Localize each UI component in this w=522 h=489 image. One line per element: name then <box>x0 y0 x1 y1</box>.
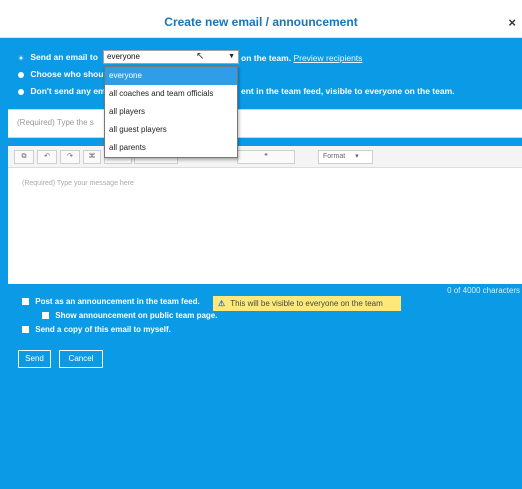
link-icon[interactable]: ⌘ <box>83 150 101 164</box>
message-editor[interactable]: (Required) Type your message here <box>8 168 522 284</box>
cancel-button[interactable]: Cancel <box>59 350 103 368</box>
team-feed-suffix: ent in the team feed, visible to everyon… <box>241 86 455 96</box>
warning-icon: ⚠ <box>218 299 226 308</box>
public-page-label: Show announcement on public team page. <box>55 311 218 320</box>
send-email-label: Send an email to <box>30 52 98 62</box>
post-announcement-label: Post as an announcement in the team feed… <box>35 297 200 306</box>
subject-placeholder: (Required) Type the s <box>17 118 94 127</box>
send-suffix-text: on the team. <box>241 53 292 63</box>
send-email-option[interactable]: Send an email to <box>18 52 98 62</box>
public-page-option[interactable]: Show announcement on public team page. <box>42 311 217 320</box>
copy-to-me-option[interactable]: Send a copy of this email to myself. <box>22 325 171 334</box>
pointer-cursor-icon: ↖ <box>196 51 205 62</box>
email-announcement-dialog: Create new email / announcement × Send a… <box>0 0 522 489</box>
chevron-down-icon: ▼ <box>228 53 235 60</box>
checkbox-icon[interactable] <box>22 298 29 306</box>
dialog-title: Create new email / announcement <box>164 15 358 29</box>
dont-send-option[interactable]: Don't send any email <box>18 86 115 96</box>
copy-to-me-label: Send a copy of this email to myself. <box>35 325 171 334</box>
redo-icon[interactable]: ↷ <box>60 150 80 164</box>
dropdown-option-coaches[interactable]: all coaches and team officials <box>105 85 237 103</box>
checkbox-icon[interactable] <box>22 326 29 334</box>
dont-send-label: Don't send any email <box>30 86 116 96</box>
dialog-header: Create new email / announcement × <box>0 0 522 38</box>
dropdown-option-guest-players[interactable]: all guest players <box>105 121 237 139</box>
choose-recipients-option[interactable]: Choose who should <box>18 69 111 79</box>
format-chevron-icon: ▾ <box>355 153 359 160</box>
quote-icon[interactable]: ❝ <box>237 150 295 164</box>
send-button[interactable]: Send <box>18 350 51 368</box>
dropdown-option-players[interactable]: all players <box>105 103 237 121</box>
recipient-select[interactable]: everyone ▼ <box>103 50 239 64</box>
recipient-dropdown[interactable]: everyone all coaches and team officials … <box>104 66 238 158</box>
dropdown-option-parents[interactable]: all parents <box>105 139 237 157</box>
post-announcement-option[interactable]: Post as an announcement in the team feed… <box>22 297 200 306</box>
format-label: Format <box>323 153 346 160</box>
format-dropdown[interactable]: Format ▾ <box>318 150 373 164</box>
choose-label: Choose who should <box>30 69 112 79</box>
visibility-notice: ⚠ This will be visible to everyone on th… <box>213 296 401 311</box>
subject-field[interactable]: (Required) Type the s <box>8 109 522 138</box>
clipboard-icon[interactable]: ⧉ <box>14 150 34 164</box>
undo-icon[interactable]: ↶ <box>37 150 57 164</box>
close-icon[interactable]: × <box>508 15 516 30</box>
send-suffix: on the team. Preview recipients <box>241 53 362 63</box>
preview-recipients-link[interactable]: Preview recipients <box>293 53 362 63</box>
recipient-selected-value: everyone <box>107 52 140 61</box>
checkbox-icon[interactable] <box>42 312 49 320</box>
dropdown-option-everyone[interactable]: everyone <box>105 67 237 85</box>
visibility-notice-text: This will be visible to everyone on the … <box>230 299 383 308</box>
editor-toolbar: ⧉ ↶ ↷ ⌘ ≡ ⇥ ❝ Format ▾ <box>8 146 522 168</box>
character-counter: 0 of 4000 characters <box>447 286 520 295</box>
radio-icon[interactable] <box>18 71 24 78</box>
radio-icon[interactable] <box>18 54 24 61</box>
message-placeholder: (Required) Type your message here <box>22 180 134 187</box>
radio-icon[interactable] <box>18 88 24 95</box>
